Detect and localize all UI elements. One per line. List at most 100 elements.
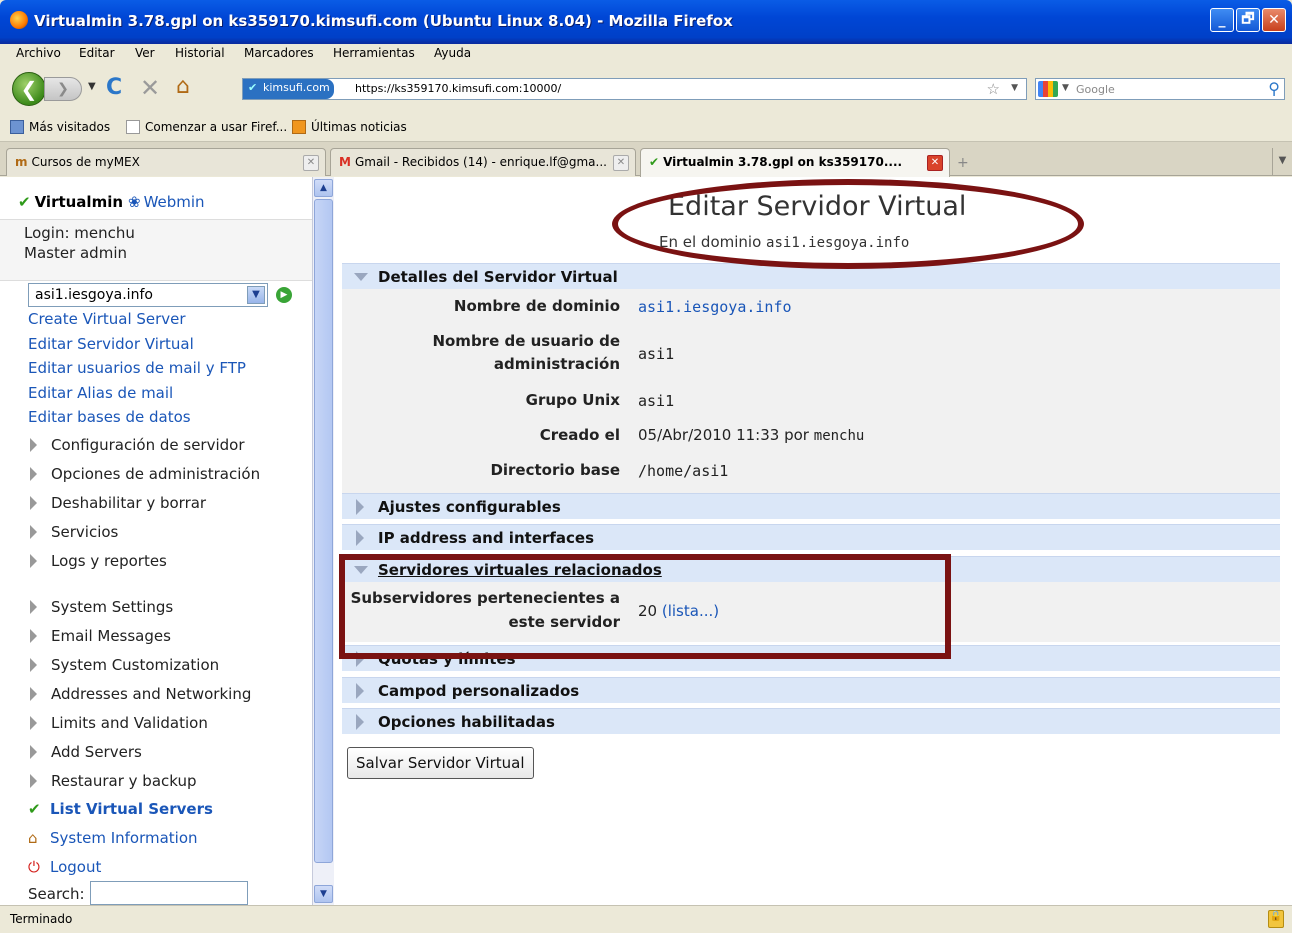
home-icon[interactable]: ⌂ xyxy=(176,74,190,99)
expand-triangle-icon xyxy=(30,629,37,643)
webmin-link[interactable]: ❀ Webmin xyxy=(128,193,205,211)
sidebar-category-add-servers[interactable]: Add Servers xyxy=(30,743,142,761)
go-icon[interactable]: ▶ xyxy=(276,287,292,303)
bookmark-latest-news[interactable]: Últimas noticias xyxy=(292,120,407,134)
most-visited-icon xyxy=(10,120,24,134)
close-button[interactable]: ✕ xyxy=(1262,8,1286,32)
chevron-down-icon[interactable]: ▼ xyxy=(247,286,265,304)
sidebar-link-list-virtual-servers[interactable]: ✔ List Virtual Servers xyxy=(28,800,213,818)
maximize-button[interactable]: 🗗 xyxy=(1236,8,1260,32)
sidebar-category-email-messages[interactable]: Email Messages xyxy=(30,627,171,645)
sidebar-category-backup-restore[interactable]: Restaurar y backup xyxy=(30,772,197,790)
bookmark-star-icon[interactable]: ☆ xyxy=(987,80,1000,98)
sidebar-link-edit-mail-users[interactable]: Editar usuarios de mail y FTP xyxy=(28,359,246,377)
sidebar-link-logout[interactable]: ⏻ Logout xyxy=(28,858,101,876)
expand-triangle-icon xyxy=(356,530,364,546)
annotation-ellipse xyxy=(612,179,1084,269)
search-icon[interactable]: ⚲ xyxy=(1268,79,1280,98)
virtualmin-link[interactable]: ✔ Virtualmin xyxy=(18,193,123,211)
search-engine-dropdown-icon[interactable]: ▼ xyxy=(1062,83,1069,93)
sidebar-link-create-virtual-server[interactable]: Create Virtual Server xyxy=(28,310,186,328)
site-identity-badge[interactable]: kimsufi.com xyxy=(243,79,334,99)
admin-user-label-line2: administración xyxy=(493,355,620,373)
sidebar-category-limits-validation[interactable]: Limits and Validation xyxy=(30,714,208,732)
login-text: Login: menchu xyxy=(24,224,135,242)
sidebar-category-system-customization[interactable]: System Customization xyxy=(30,656,219,674)
tab-label: Virtualmin 3.78.gpl on ks359170.... xyxy=(663,155,903,169)
webmin-icon: ❀ xyxy=(128,193,141,211)
sidebar-category-addresses-networking[interactable]: Addresses and Networking xyxy=(30,685,251,703)
url-bar[interactable]: kimsufi.com https://ks359170.kimsufi.com… xyxy=(242,78,1027,100)
menu-ver[interactable]: Ver xyxy=(135,46,155,60)
menu-herramientas[interactable]: Herramientas xyxy=(333,46,415,60)
sidebar-link-edit-virtual-server[interactable]: Editar Servidor Virtual xyxy=(28,335,194,353)
scroll-up-icon[interactable]: ▲ xyxy=(314,179,333,197)
history-dropdown-icon[interactable]: ▼ xyxy=(88,81,96,92)
bookmark-most-visited[interactable]: Más visitados xyxy=(10,120,110,134)
reload-icon[interactable]: C xyxy=(106,75,122,100)
menu-bar: Archivo Editar Ver Historial Marcadores … xyxy=(0,44,1292,64)
url-text[interactable]: https://ks359170.kimsufi.com:10000/ xyxy=(355,82,561,95)
page-icon xyxy=(126,120,140,134)
tab-close-icon[interactable]: ✕ xyxy=(927,155,943,171)
sidebar-link-system-information[interactable]: ⌂ System Information xyxy=(28,829,198,847)
section-title: IP address and interfaces xyxy=(378,529,595,547)
sidebar-category-disable-delete[interactable]: Deshabilitar y borrar xyxy=(30,494,206,512)
expand-triangle-icon xyxy=(30,554,37,568)
section-configurable-header[interactable]: Ajustes configurables xyxy=(342,493,1280,519)
menu-archivo[interactable]: Archivo xyxy=(16,46,61,60)
tab-cursos[interactable]: m Cursos de myMEX ✕ xyxy=(6,148,326,176)
new-tab-icon[interactable]: + xyxy=(957,155,969,171)
back-button[interactable]: ❮ xyxy=(12,72,46,106)
expand-triangle-icon xyxy=(30,525,37,539)
tab-close-icon[interactable]: ✕ xyxy=(613,155,629,171)
system-info-label: System Information xyxy=(50,829,198,847)
tab-gmail[interactable]: M Gmail - Recibidos (14) - enrique.lf@gma… xyxy=(330,148,636,176)
tab-virtualmin[interactable]: ✔ Virtualmin 3.78.gpl on ks359170.... ✕ xyxy=(640,148,950,177)
google-icon[interactable] xyxy=(1038,81,1058,97)
scroll-down-icon[interactable]: ▼ xyxy=(314,885,333,903)
sidebar-search-input[interactable] xyxy=(90,881,248,905)
search-bar[interactable]: ▼ Google ⚲ xyxy=(1035,78,1285,100)
sidebar-category-admin-options[interactable]: Opciones de administración xyxy=(30,465,260,483)
menu-editar[interactable]: Editar xyxy=(79,46,115,60)
window-titlebar: Virtualmin 3.78.gpl on ks359170.kimsufi.… xyxy=(0,0,1292,44)
sidebar-link-edit-databases[interactable]: Editar bases de datos xyxy=(28,408,191,426)
domain-name-value[interactable]: asi1.iesgoya.info xyxy=(638,298,792,316)
lock-icon[interactable]: 🔒 xyxy=(1268,910,1284,928)
menu-historial[interactable]: Historial xyxy=(175,46,225,60)
category-label: System Customization xyxy=(51,656,220,674)
forward-button[interactable]: ❯ xyxy=(44,77,82,101)
minimize-button[interactable]: _ xyxy=(1210,8,1234,32)
expand-triangle-icon xyxy=(356,714,364,730)
home-dir-label: Directorio base xyxy=(490,461,620,479)
check-icon: ✔ xyxy=(28,800,41,818)
section-ip-header[interactable]: IP address and interfaces xyxy=(342,524,1280,550)
bookmark-getting-started[interactable]: Comenzar a usar Firef... xyxy=(126,120,287,134)
expand-triangle-icon xyxy=(30,467,37,481)
sidebar-category-logs-reports[interactable]: Logs y reportes xyxy=(30,552,167,570)
save-virtual-server-button[interactable]: Salvar Servidor Virtual xyxy=(347,747,534,779)
sidebar-category-server-config[interactable]: Configuración de servidor xyxy=(30,436,245,454)
scrollbar-thumb[interactable] xyxy=(314,199,333,863)
status-text: Terminado xyxy=(10,912,73,926)
sidebar-search-label: Search: xyxy=(28,885,85,903)
tab-close-icon[interactable]: ✕ xyxy=(303,155,319,171)
logout-label: Logout xyxy=(50,858,102,876)
menu-marcadores[interactable]: Marcadores xyxy=(244,46,314,60)
login-info: Login: menchu Master admin xyxy=(0,219,312,281)
sidebar-category-services[interactable]: Servicios xyxy=(30,523,118,541)
bookmark-label: Más visitados xyxy=(29,120,111,134)
tab-bar: m Cursos de myMEX ✕ M Gmail - Recibidos (1… xyxy=(0,142,1292,177)
sidebar-scrollbar[interactable]: ▲ ▼ xyxy=(312,177,334,905)
url-dropdown-icon[interactable]: ▼ xyxy=(1011,83,1018,93)
section-features-header[interactable]: Opciones habilitadas xyxy=(342,708,1280,734)
section-custom-fields-header[interactable]: Campod personalizados xyxy=(342,677,1280,703)
created-by-user: menchu xyxy=(813,428,865,444)
tab-list-dropdown-icon[interactable]: ▼ xyxy=(1272,148,1292,176)
sidebar-link-edit-mail-aliases[interactable]: Editar Alias de mail xyxy=(28,384,173,402)
domain-select[interactable]: asi1.iesgoya.info ▼ xyxy=(28,283,268,307)
sidebar-category-system-settings[interactable]: System Settings xyxy=(30,598,173,616)
menu-ayuda[interactable]: Ayuda xyxy=(434,46,471,60)
stop-icon[interactable]: ✕ xyxy=(140,74,160,102)
